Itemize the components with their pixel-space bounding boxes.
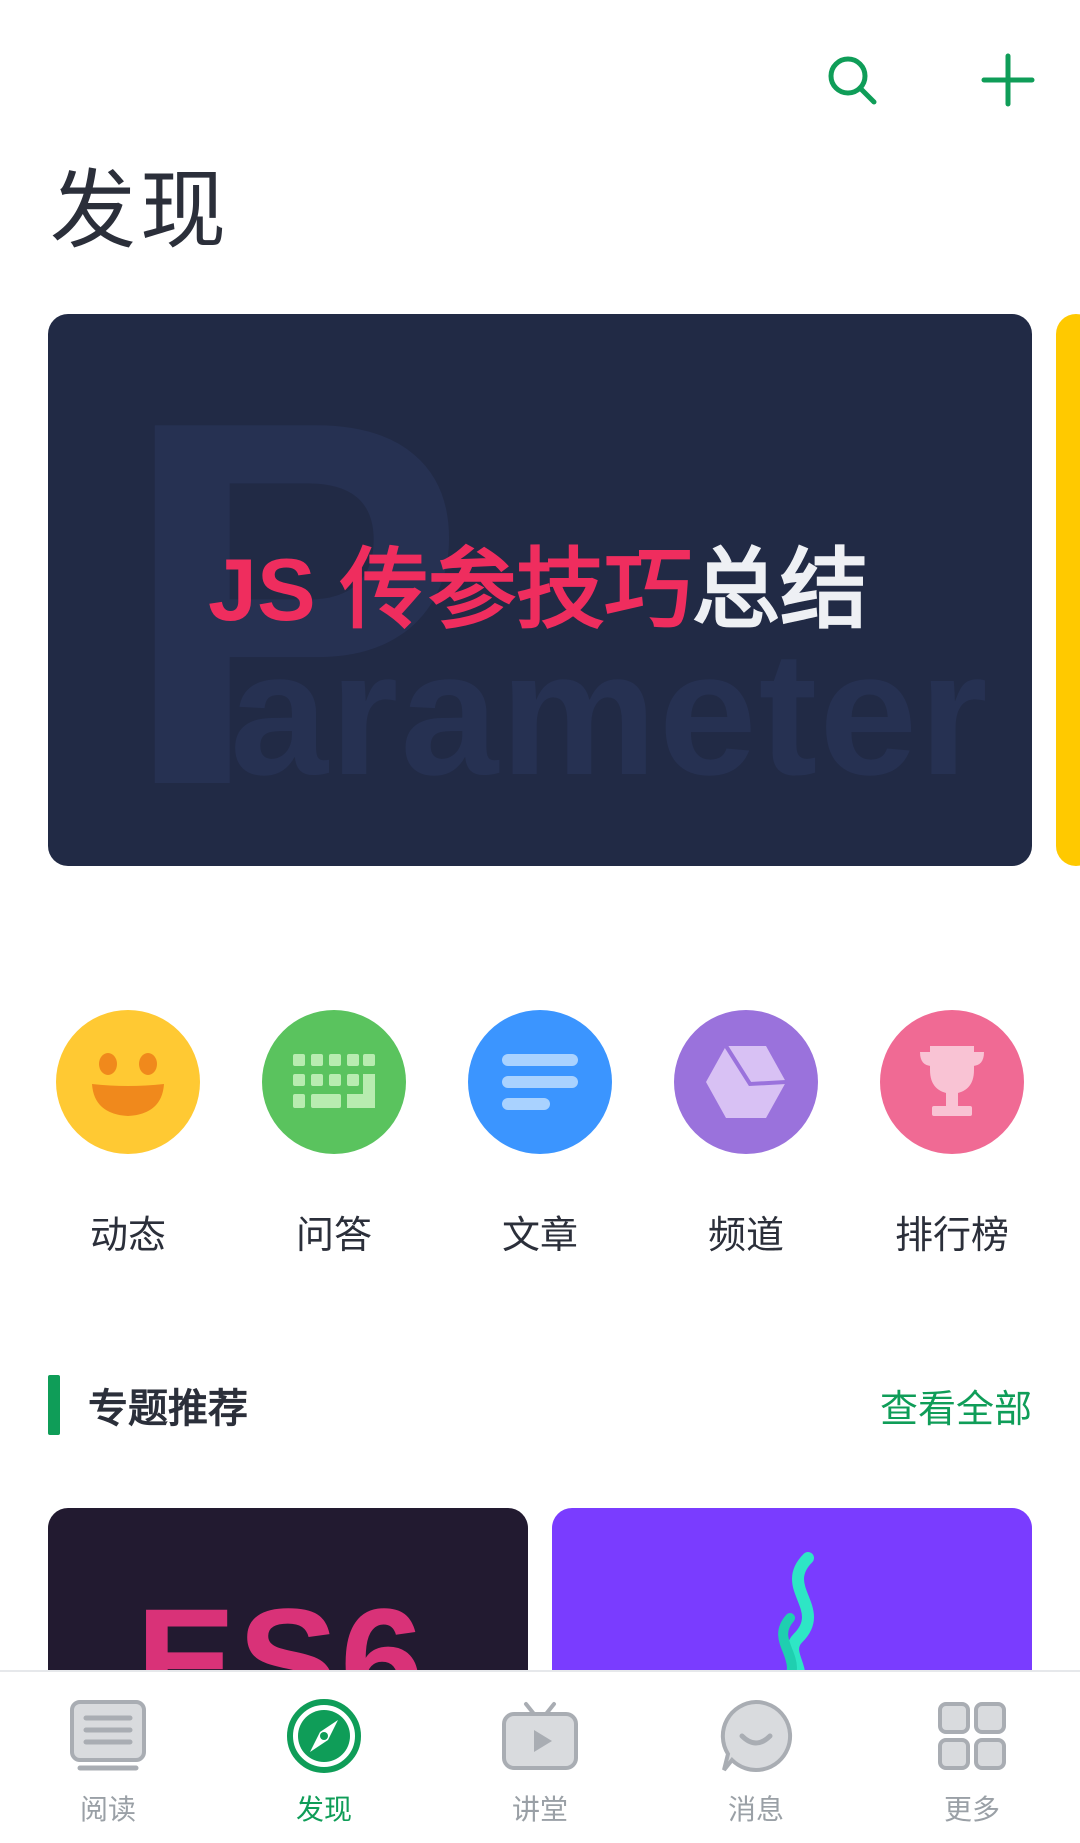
tv-play-icon [502,1702,578,1770]
nav-item-read[interactable]: 阅读 [0,1672,216,1828]
nav-item-messages[interactable]: 消息 [648,1672,864,1828]
feature-dynamic[interactable]: 动态 [48,1010,208,1259]
nav-icon-wrap [932,1696,1012,1776]
nav-label: 发现 [295,1793,352,1826]
feature-label: 文章 [501,1213,578,1257]
banner-title: JS 传参技巧 总结 [208,546,868,634]
feature-shortcuts: 动态 问答 文章 频道 排行榜 [48,1010,1032,1259]
nav-icon-wrap [500,1696,580,1776]
page-title: 发现 [50,161,230,261]
chat-bubble-icon [720,1699,793,1772]
section-title-group: 专题推荐 [48,1375,248,1435]
book-icon [70,1700,146,1771]
bottom-navigation: 阅读 发现 讲堂 消息 更多 [0,1670,1080,1843]
banner-watermark-word: arameter [230,616,990,812]
banner-title-accent: JS 传参技巧 [208,540,693,639]
feature-label: 动态 [89,1213,166,1257]
grid-icon [938,1702,1006,1770]
nav-item-more[interactable]: 更多 [864,1672,1080,1828]
feature-ranking[interactable]: 排行榜 [872,1010,1032,1259]
feature-channel[interactable]: 频道 [666,1010,826,1259]
search-icon [828,56,877,105]
nav-label: 讲堂 [511,1793,568,1826]
nav-icon-wrap [68,1696,148,1776]
view-all-link[interactable]: 查看全部 [880,1378,1032,1433]
nav-icon-wrap [284,1696,364,1776]
feature-article[interactable]: 文章 [460,1010,620,1259]
feature-qa[interactable]: 问答 [254,1010,414,1259]
plus-icon [981,53,1035,107]
feature-label: 问答 [295,1213,372,1257]
section-title: 专题推荐 [88,1386,248,1432]
feature-circle [468,1010,612,1154]
section-header: 专题推荐 查看全部 [48,1375,1032,1435]
smile-icon [92,1053,164,1116]
nav-label: 阅读 [79,1793,136,1826]
feature-circle [262,1010,406,1154]
compass-icon [287,1699,361,1773]
nav-label: 消息 [727,1793,784,1826]
nav-icon-wrap [716,1696,796,1776]
section-accent-bar [48,1375,60,1435]
nav-label: 更多 [943,1793,1000,1826]
cube-icon [706,1044,787,1118]
article-icon [502,1054,578,1110]
feature-circle [56,1010,200,1154]
feature-circle [674,1010,818,1154]
nav-item-discover[interactable]: 发现 [216,1672,432,1828]
feature-circle [880,1010,1024,1154]
feature-label: 排行榜 [894,1213,1009,1257]
banner-card[interactable]: P arameter JS 传参技巧 总结 [48,314,1032,866]
banner-title-plain: 总结 [692,540,869,639]
next-banner-peek[interactable] [1056,314,1080,866]
search-button[interactable] [820,48,884,112]
trophy-icon [920,1046,984,1116]
feature-label: 频道 [707,1213,784,1257]
add-button[interactable] [976,48,1040,112]
nav-item-lecture[interactable]: 讲堂 [432,1672,648,1828]
keyboard-icon [293,1054,375,1108]
top-actions [820,48,1040,112]
